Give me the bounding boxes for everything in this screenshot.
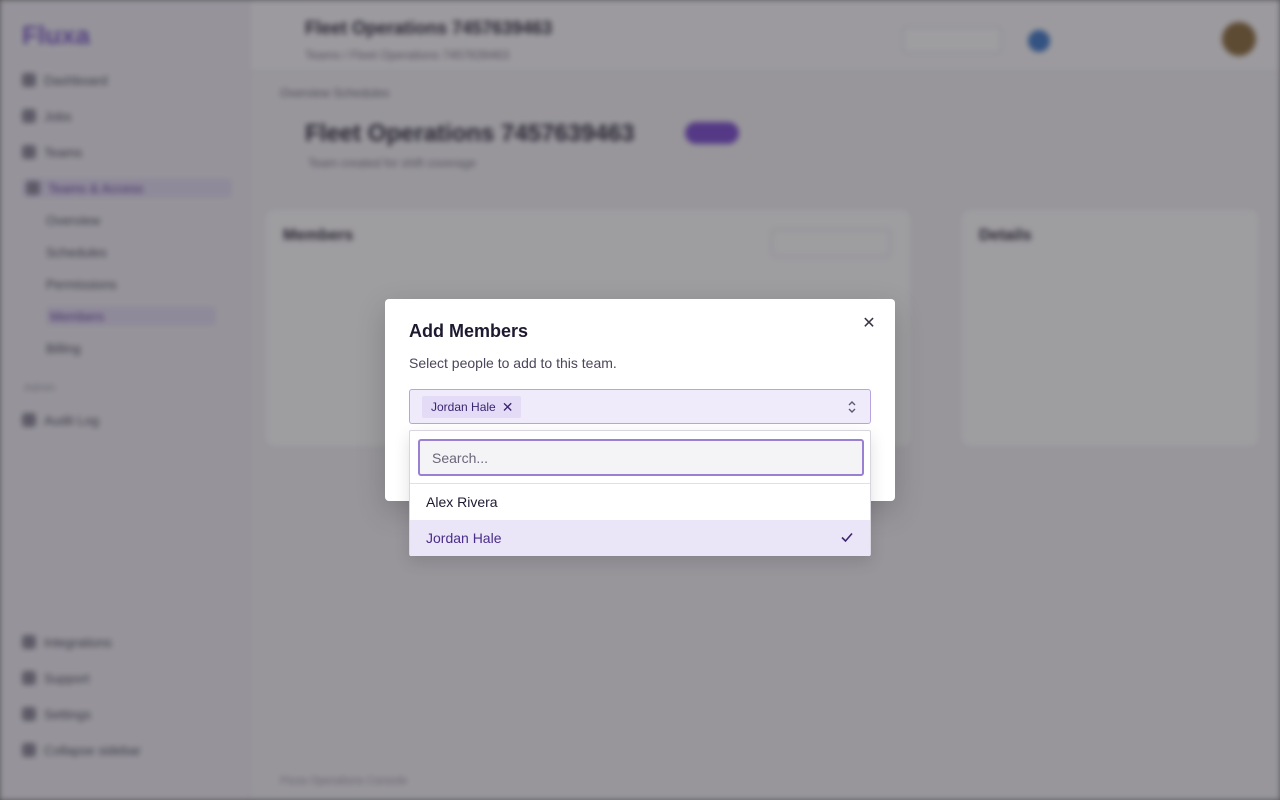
option-alex-rivera[interactable]: Alex Rivera <box>410 484 870 520</box>
chip-label: Jordan Hale <box>431 399 496 414</box>
chevron-up-down-svg <box>848 401 856 413</box>
chevron-up-down-icon[interactable] <box>846 399 858 415</box>
dialog-description: Select people to add to this team. <box>409 355 617 371</box>
option-label: Jordan Hale <box>426 530 502 546</box>
member-multiselect[interactable]: Jordan Hale ✕ <box>409 389 871 424</box>
search-input[interactable] <box>418 439 864 476</box>
member-options-dropdown: Alex Rivera Jordan Hale <box>409 430 871 556</box>
close-icon[interactable]: ✕ <box>859 313 879 333</box>
selected-member-chip: Jordan Hale ✕ <box>422 395 522 418</box>
chip-remove-icon[interactable]: ✕ <box>502 400 514 414</box>
check-icon <box>841 532 853 543</box>
option-label: Alex Rivera <box>426 494 498 510</box>
dialog-title: Add Members <box>409 321 529 341</box>
option-jordan-hale[interactable]: Jordan Hale <box>410 520 870 556</box>
